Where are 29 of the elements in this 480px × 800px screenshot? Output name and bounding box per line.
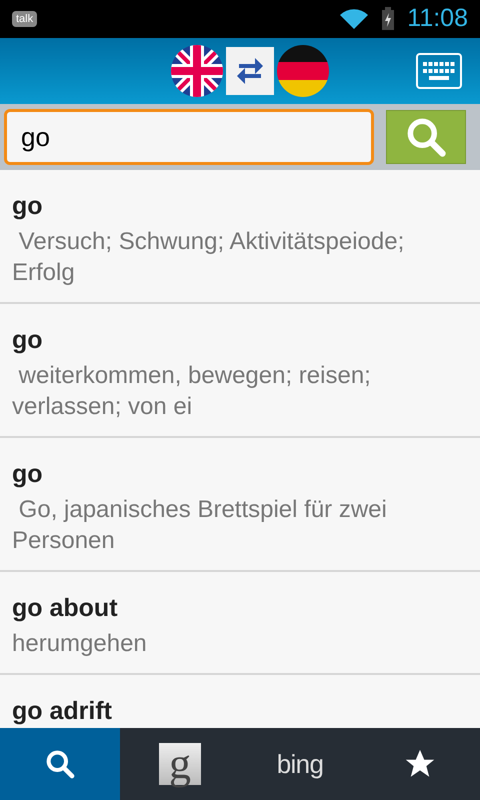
- result-item[interactable]: go Go, japanisches Brettspiel für zwei Personen: [0, 438, 480, 572]
- battery-icon: [381, 7, 396, 31]
- talk-icon: talk: [12, 10, 38, 28]
- bottom-tab[interactable]: bing: [240, 728, 360, 800]
- result-item[interactable]: go Versuch; Schwung; Aktivitätspeiode; Erfolg: [0, 170, 480, 304]
- bottom-tab[interactable]: [360, 728, 480, 800]
- result-translation: herumgehen: [12, 629, 148, 659]
- result-term: go: [12, 459, 44, 490]
- keyboard-icon: [421, 59, 457, 83]
- bottom-tab[interactable]: g: [120, 728, 240, 800]
- result-translation: Go, japanisches Brettspiel für zwei Personen: [12, 495, 388, 556]
- google-icon: g: [159, 743, 201, 785]
- bottom-tab[interactable]: [0, 728, 120, 800]
- clock: 11:08: [407, 3, 468, 34]
- result-item[interactable]: go about herumgehen: [0, 572, 480, 675]
- wifi-icon: [339, 8, 370, 30]
- swap-languages-button[interactable]: [226, 47, 274, 95]
- result-translation: weiterkommen, bewegen; reisen; verlassen; von ei: [12, 361, 372, 422]
- search-field[interactable]: go: [4, 109, 374, 165]
- result-translation: Versuch; Schwung; Aktivitätspeiode; Erfolg: [12, 227, 406, 288]
- result-term: go about: [12, 593, 119, 624]
- flag-icon[interactable]: [276, 44, 330, 98]
- keyboard-button[interactable]: [416, 53, 462, 89]
- result-term: go: [12, 325, 44, 356]
- search-button[interactable]: [386, 110, 466, 164]
- result-item[interactable]: go weiterkommen, bewegen; reisen; verlassen; von ei: [0, 304, 480, 438]
- result-term: go adrift: [12, 696, 113, 727]
- result-term: go: [12, 191, 44, 222]
- search-icon: [44, 748, 76, 780]
